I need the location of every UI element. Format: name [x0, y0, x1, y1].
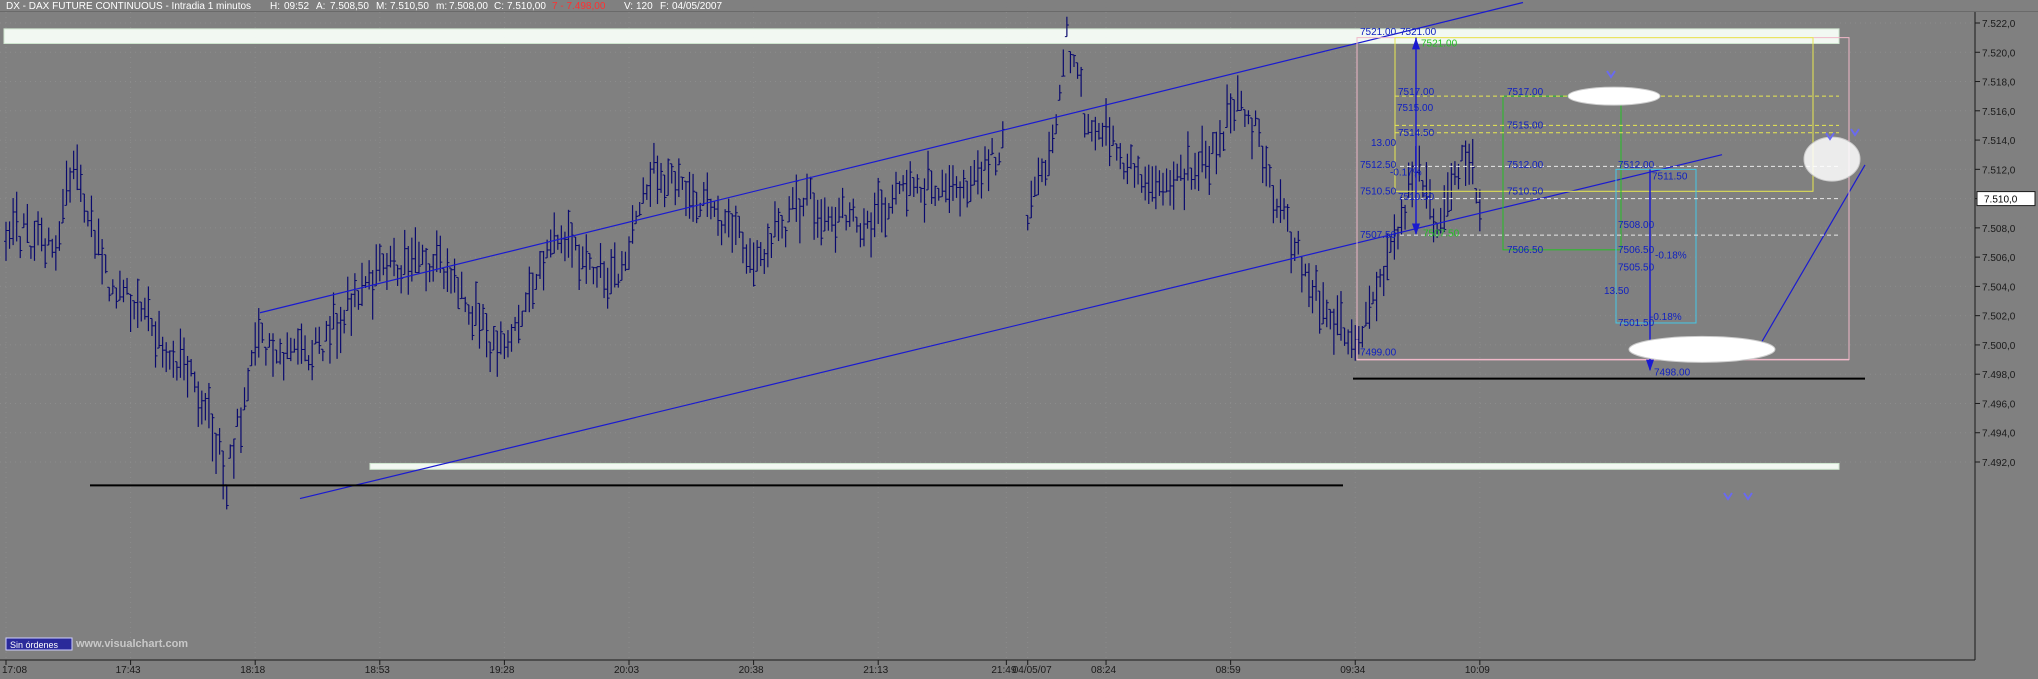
- chart-root: 7521.00 7521.00 7521.00 7517.00 7515.00 7514.…: [0, 0, 2038, 676]
- resistance-zone-box: [3, 28, 1840, 44]
- x-tick-label: 08:59: [1216, 665, 1241, 674]
- y-tick-label: 7.498,0: [1982, 370, 2016, 381]
- label-right: 7505.50: [1618, 262, 1655, 273]
- header-c-value: 7.510,00: [507, 1, 546, 12]
- header-m1-value: 7.510,50: [390, 1, 429, 12]
- y-tick-label: 7.504,0: [1982, 282, 2016, 293]
- label-range-high-green: 7521.00: [1421, 38, 1458, 49]
- header-red-value: 7 - 7.498,00: [552, 1, 606, 12]
- y-tick-label: 7.496,0: [1982, 399, 2016, 410]
- header-v-label: V:: [624, 1, 633, 12]
- y-tick-label: 7.506,0: [1982, 253, 2016, 264]
- label-right: 7512.00: [1618, 160, 1655, 171]
- label-right: 7506.50: [1618, 245, 1655, 256]
- x-tick-label: 17:43: [116, 665, 141, 674]
- price-chart[interactable]: 7521.00 7521.007521.007517.007515.007514.…: [0, 0, 2038, 676]
- y-tick-label: 7.502,0: [1982, 312, 2016, 323]
- x-tick-label: 18:53: [365, 665, 390, 674]
- x-tick-label: 21:13: [863, 665, 888, 674]
- x-tick-label: 08:24: [1091, 665, 1116, 674]
- header-h-value: 09:52: [284, 1, 309, 12]
- header-c-label: C:: [494, 1, 504, 12]
- header-m2-label: m:: [436, 1, 447, 12]
- y-tick-label: 7.522,0: [1982, 19, 2016, 30]
- label-mid: 7517.00: [1507, 87, 1544, 98]
- label-left: -0.17%: [1390, 167, 1422, 178]
- highlight-ellipse-right: [1803, 136, 1861, 182]
- support-zone-box: [369, 462, 1840, 470]
- label-right: 7508.00: [1618, 220, 1655, 231]
- chart-footer: Sin órdenes www.visualchart.com: [5, 637, 188, 651]
- highlight-ellipse-low: [1628, 335, 1776, 363]
- header-f-value: 04/05/2007: [672, 1, 722, 12]
- y-tick-label: 7.520,0: [1982, 48, 2016, 59]
- header-m1-label: M:: [376, 1, 387, 12]
- label-left: 7507.50: [1360, 230, 1397, 241]
- y-tick-label: 7.516,0: [1982, 107, 2016, 118]
- label-right: -0.18%: [1655, 251, 1687, 262]
- header-symbol: DX - DAX FUTURE CONTINUOUS - Intradia 1 …: [6, 1, 251, 12]
- y-tick-label: 7.518,0: [1982, 78, 2016, 89]
- x-tick-label: 04/05/07: [1013, 665, 1052, 674]
- x-tick-label: 20:03: [614, 665, 639, 674]
- label-right: 7511.50: [1652, 172, 1688, 183]
- watermark: www.visualchart.com: [75, 638, 188, 650]
- y-tick-label: 7.500,0: [1982, 341, 2016, 352]
- label-range-high-2: 7521.00: [1400, 27, 1437, 38]
- label-left: 7510.50: [1360, 186, 1397, 197]
- label-range-high: 7521.00: [1360, 27, 1397, 38]
- y-tick-label: 7.512,0: [1982, 165, 2016, 176]
- label-mid: 7506.50: [1507, 245, 1544, 256]
- orders-button-label: Sin órdenes: [10, 640, 59, 650]
- label-low-arrow: 7498.00: [1654, 368, 1691, 379]
- label-left: 7515.00: [1397, 103, 1434, 114]
- x-tick-label: 10:09: [1465, 665, 1490, 674]
- label-left: 7514.50: [1398, 128, 1435, 139]
- x-tick-label: 19:28: [489, 665, 514, 674]
- y-tick-label: 7.494,0: [1982, 429, 2016, 440]
- header-v-value: 120: [636, 1, 653, 12]
- x-tick-label: 17:08: [2, 665, 27, 674]
- header-a-value: 7.508,50: [330, 1, 369, 12]
- highlight-ellipse-top: [1567, 86, 1661, 106]
- x-tick-label: 09:34: [1340, 665, 1365, 674]
- label-mid: 7515.00: [1507, 120, 1544, 131]
- label-left: 13.00: [1371, 138, 1396, 149]
- header-h-label: H:: [270, 1, 280, 12]
- header-a-label: A:: [316, 1, 325, 12]
- label-right: -0.18%: [1650, 312, 1682, 323]
- x-tick-label: 20:38: [739, 665, 764, 674]
- label-right: 7501.50: [1618, 318, 1655, 329]
- y-tick-label: 7.508,0: [1982, 224, 2016, 235]
- label-mid: 7510.50: [1507, 186, 1544, 197]
- label-left: 7507.50: [1423, 229, 1460, 240]
- label-low-left: 7499.00: [1360, 347, 1397, 358]
- x-tick-label: 18:18: [240, 665, 265, 674]
- label-left: 7517.00: [1398, 87, 1435, 98]
- last-price-label: 7.510,0: [1984, 195, 2018, 206]
- y-tick-label: 7.514,0: [1982, 136, 2016, 147]
- label-mid: 7512.00: [1507, 160, 1544, 171]
- label-right: 13.50: [1604, 286, 1629, 297]
- header-f-label: F:: [660, 1, 669, 12]
- header-m2-value: 7.508,00: [449, 1, 488, 12]
- y-tick-label: 7.492,0: [1982, 458, 2016, 469]
- label-left: 7510.50: [1398, 192, 1435, 203]
